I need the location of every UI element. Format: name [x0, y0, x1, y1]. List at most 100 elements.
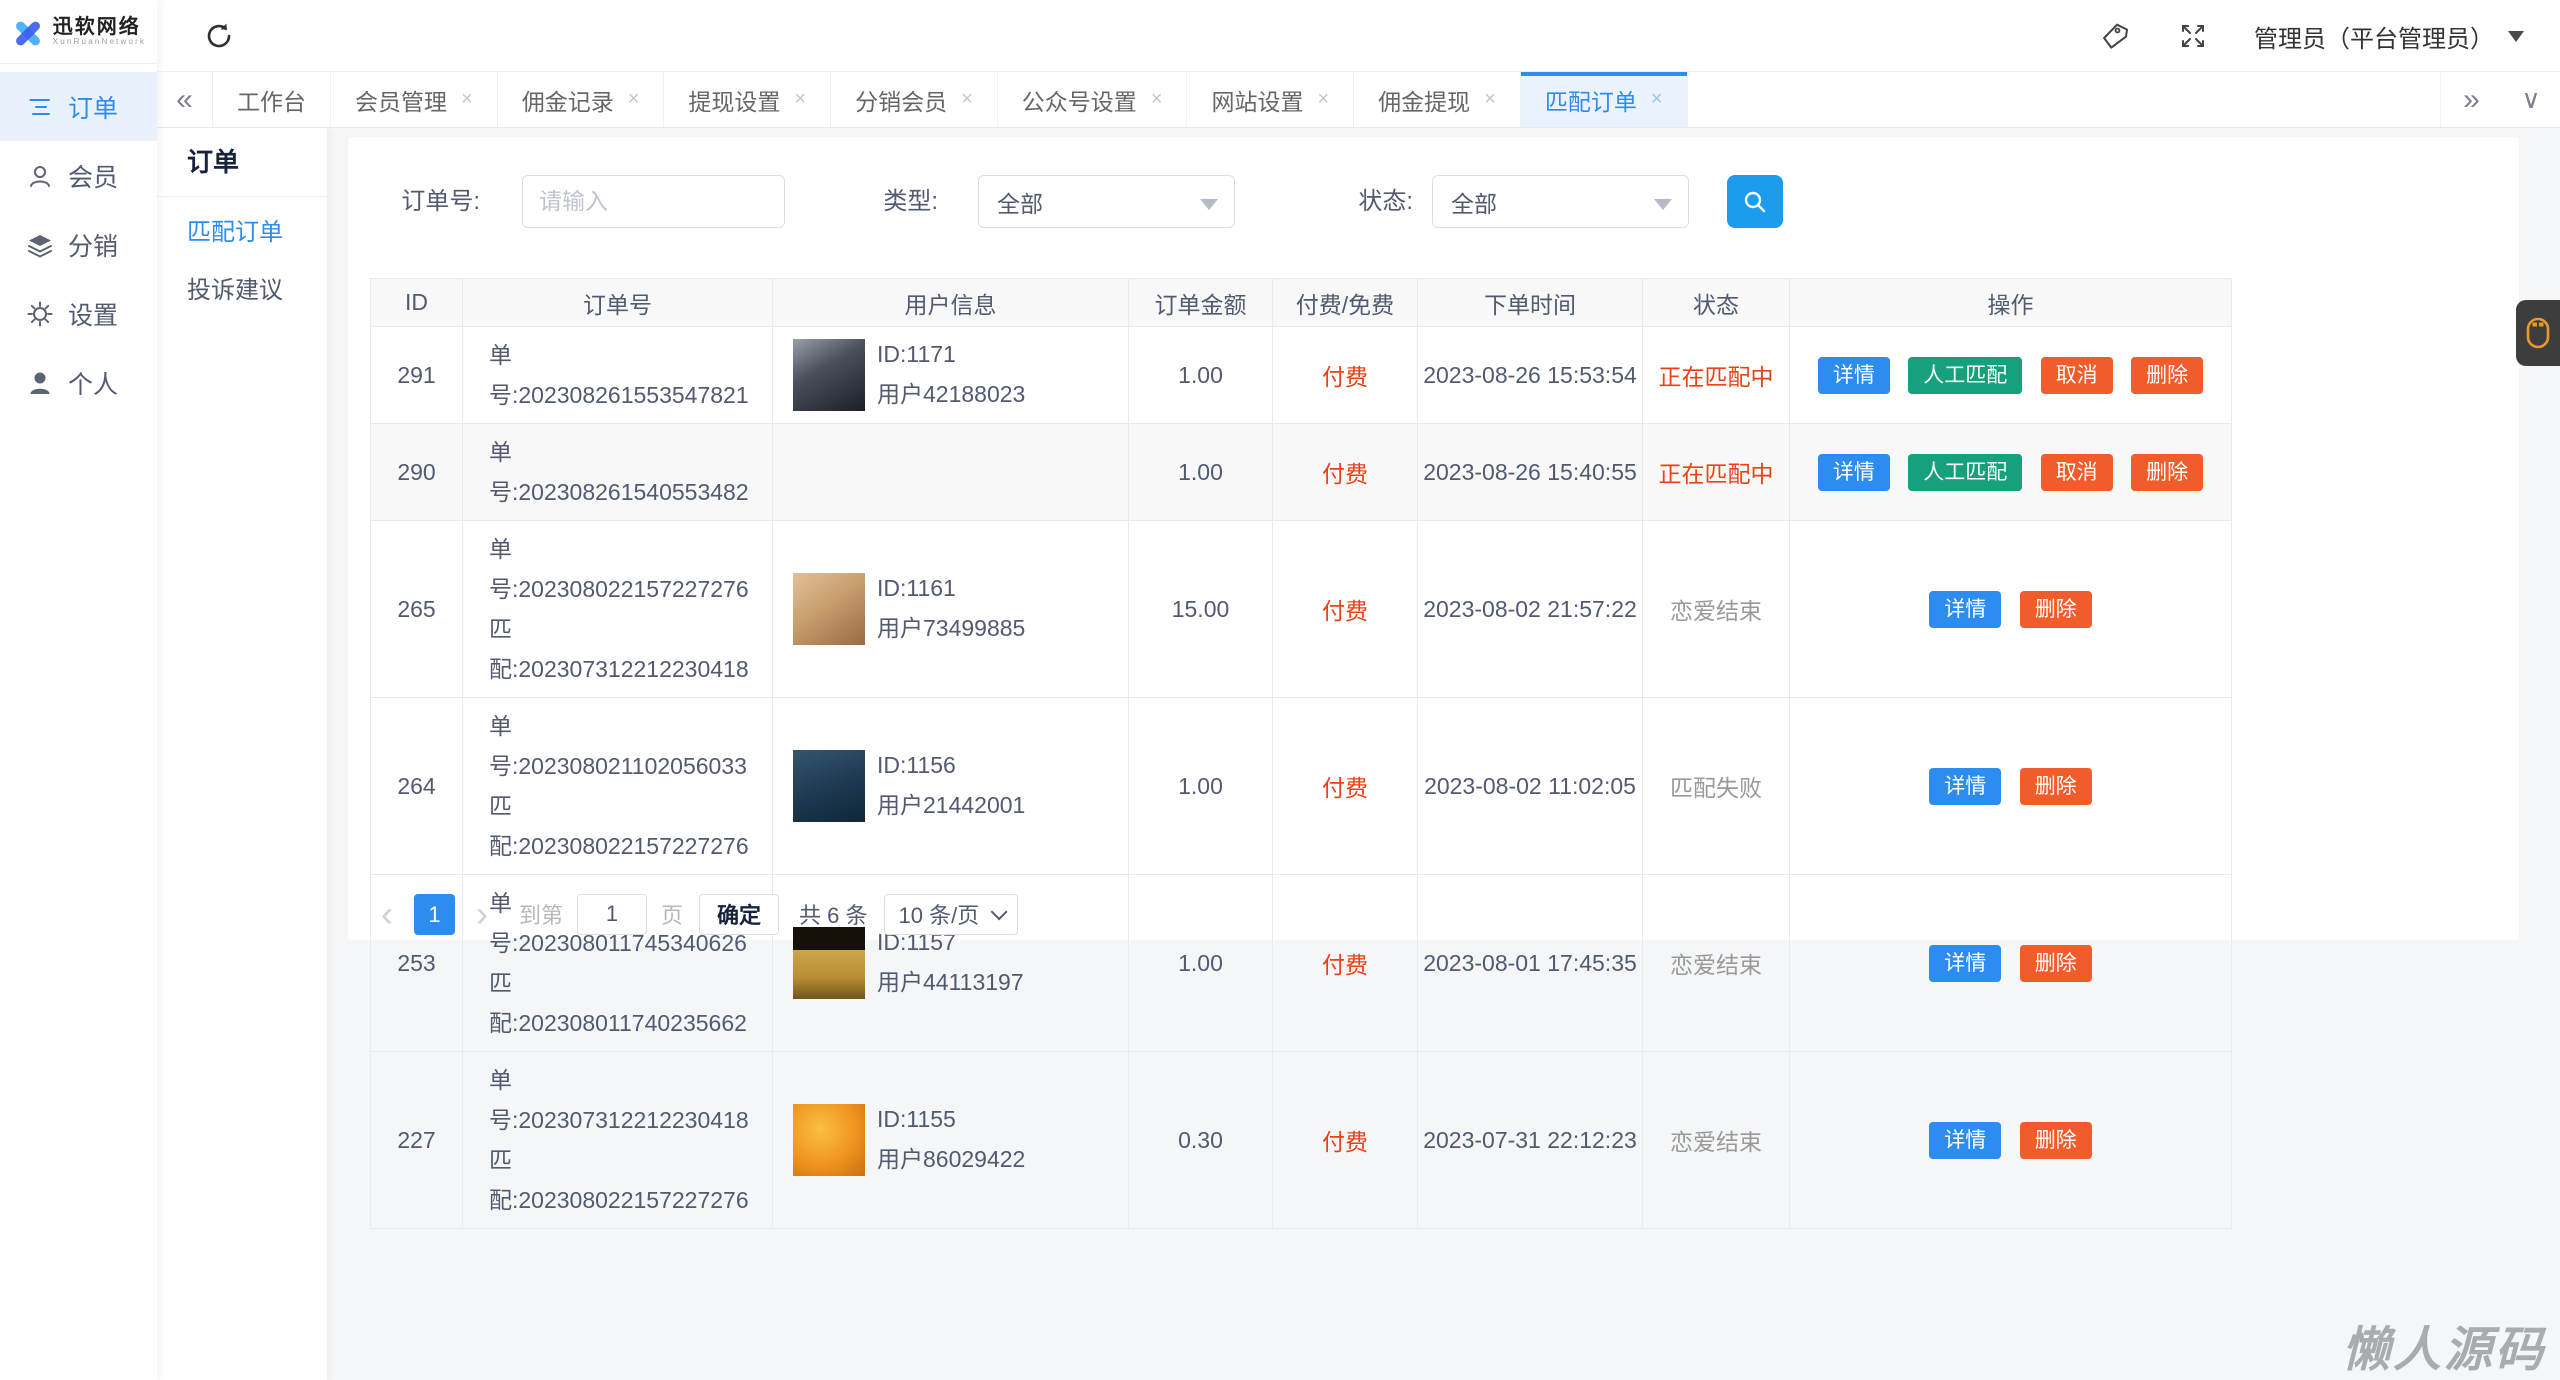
detail-button[interactable]: 详情: [1817, 453, 1890, 491]
prev-page-icon[interactable]: ‹: [370, 894, 404, 934]
user-no: 用户21442001: [877, 792, 1026, 818]
close-icon[interactable]: ×: [1317, 88, 1329, 111]
sidebar-item-settings[interactable]: 设置: [0, 279, 157, 348]
tab-member-management[interactable]: 会员管理 ×: [331, 72, 498, 127]
submenu-item-complaints[interactable]: 投诉建议: [157, 262, 327, 320]
cancel-button[interactable]: 取消: [2040, 453, 2113, 491]
admin-caret-icon[interactable]: [2508, 31, 2524, 50]
tag-icon[interactable]: [2100, 21, 2130, 51]
next-page-icon[interactable]: ›: [465, 894, 499, 934]
tab-label: 会员管理: [355, 88, 447, 115]
goto-page-label: 到第: [519, 903, 564, 928]
tab-commission-withdraw[interactable]: 佣金提现 ×: [1354, 72, 1521, 127]
close-icon[interactable]: ×: [794, 88, 806, 111]
page-size-select[interactable]: 10 条/页: [883, 893, 1019, 935]
caret-down-icon: [1200, 199, 1218, 219]
fullscreen-icon[interactable]: [2178, 21, 2208, 51]
sidebar-item-personal[interactable]: 个人: [0, 348, 157, 417]
tabbar: « 工作台 会员管理 × 佣金记录 × 提现设置 × 分销会员 × 公众号设置 …: [157, 72, 2560, 128]
tab-label: 佣金记录: [521, 88, 614, 115]
brand-title: 迅软网络: [52, 16, 141, 39]
tab-label: 工作台: [237, 88, 306, 115]
delete-button[interactable]: 删除: [2019, 590, 2092, 628]
tab-withdraw-settings[interactable]: 提现设置 ×: [664, 72, 832, 127]
manual-match-button[interactable]: 人工匹配: [1908, 356, 2023, 394]
cell-id: 264: [370, 697, 463, 875]
sidebar-item-label: 会员: [68, 163, 119, 192]
user-no: 用户86029422: [877, 1146, 1026, 1172]
tab-label: 公众号设置: [1021, 88, 1137, 115]
manual-match-button[interactable]: 人工匹配: [1908, 453, 2023, 491]
match-no-line: 匹配:202308022157227276: [489, 793, 749, 859]
tab-match-orders[interactable]: 匹配订单 ×: [1520, 72, 1688, 127]
chevron-down-icon: [990, 903, 1008, 921]
tab-actions-chevron-icon[interactable]: ∨: [2502, 72, 2560, 127]
sidebar-item-label: 个人: [68, 370, 119, 399]
mouse-device-icon: [2526, 317, 2550, 349]
close-icon[interactable]: ×: [628, 88, 640, 111]
cell-user-info: ID:1155 用户86029422: [773, 1104, 1128, 1176]
tab-workbench[interactable]: 工作台: [213, 72, 331, 127]
cell-fee-type: 付费: [1272, 1051, 1418, 1229]
delete-button[interactable]: 删除: [2019, 1121, 2092, 1159]
collapse-tabs-icon[interactable]: «: [157, 72, 213, 127]
user-avatar: [793, 339, 865, 411]
detail-button[interactable]: 详情: [1929, 590, 2002, 628]
type-select[interactable]: 全部: [978, 175, 1235, 228]
delete-button[interactable]: 删除: [2131, 356, 2204, 394]
delete-button[interactable]: 删除: [2019, 767, 2092, 805]
reload-icon[interactable]: [203, 20, 235, 52]
more-tabs-icon[interactable]: »: [2440, 72, 2502, 127]
sidebar-item-orders[interactable]: 订单: [0, 72, 157, 141]
pagination: ‹ 1 › 到第 页 确定 共 6 条 10 条/页: [370, 893, 1019, 935]
brand-x-icon: [11, 15, 45, 49]
cancel-button[interactable]: 取消: [2040, 356, 2113, 394]
detail-button[interactable]: 详情: [1817, 356, 1890, 394]
user-id: ID:1171: [877, 341, 956, 367]
detail-button[interactable]: 详情: [1929, 944, 2002, 982]
status-select-value: 全部: [1451, 190, 1497, 217]
detail-button[interactable]: 详情: [1929, 1121, 2002, 1159]
sidebar-item-members[interactable]: 会员: [0, 141, 157, 210]
person-outline-icon: [30, 165, 50, 187]
side-widget-tab[interactable]: [2516, 300, 2560, 366]
match-no-line: 匹配:202308022157227276: [489, 1147, 749, 1213]
gear-icon: [27, 301, 53, 326]
col-header-fee-type: 付费/免费: [1272, 278, 1418, 327]
submenu-item-match-orders[interactable]: 匹配订单: [157, 204, 327, 262]
admin-dropdown[interactable]: 管理员（平台管理员）: [2254, 19, 2494, 54]
delete-button[interactable]: 删除: [2131, 453, 2204, 491]
tab-official-account-settings[interactable]: 公众号设置 ×: [998, 72, 1188, 127]
tab-commission-records[interactable]: 佣金记录 ×: [498, 72, 665, 127]
goto-page-input[interactable]: [577, 893, 648, 935]
close-icon[interactable]: ×: [961, 88, 973, 111]
sidebar-item-distribution[interactable]: 分销: [0, 210, 157, 279]
close-icon[interactable]: ×: [1151, 88, 1163, 111]
user-no: 用户42188023: [877, 381, 1026, 407]
search-button[interactable]: [1727, 175, 1783, 228]
table-row: 291 单号:202308261553547821 ID:1171 用户4218…: [370, 326, 2232, 424]
close-icon[interactable]: ×: [1484, 88, 1496, 111]
cell-fee-type: 付费: [1272, 520, 1418, 698]
close-icon[interactable]: ×: [461, 88, 473, 111]
page-number-active[interactable]: 1: [414, 893, 455, 935]
order-no-input[interactable]: [522, 175, 785, 228]
delete-button[interactable]: 删除: [2019, 944, 2092, 982]
status-select[interactable]: 全部: [1432, 175, 1689, 228]
tab-website-settings[interactable]: 网站设置 ×: [1187, 72, 1355, 127]
cell-order-time: 2023-08-26 15:53:54: [1417, 326, 1643, 424]
status-label: 状态:: [1358, 188, 1413, 215]
content-area: 订单号: 类型: 全部 状态: 全部: [327, 128, 2560, 1380]
cell-status: 匹配失败: [1642, 697, 1790, 875]
tab-distribution-members[interactable]: 分销会员 ×: [831, 72, 998, 127]
cell-order-time: 2023-08-02 11:02:05: [1417, 697, 1643, 875]
confirm-page-button[interactable]: 确定: [699, 893, 780, 935]
user-avatar: [793, 573, 865, 645]
layers-icon: [28, 234, 52, 257]
detail-button[interactable]: 详情: [1929, 767, 2002, 805]
col-header-amount: 订单金额: [1128, 278, 1273, 327]
order-no-line: 单号:202308022157227276: [489, 536, 749, 602]
close-icon[interactable]: ×: [1651, 88, 1663, 111]
user-avatar: [793, 750, 865, 822]
cell-order-time: 2023-08-26 15:40:55: [1417, 423, 1643, 521]
